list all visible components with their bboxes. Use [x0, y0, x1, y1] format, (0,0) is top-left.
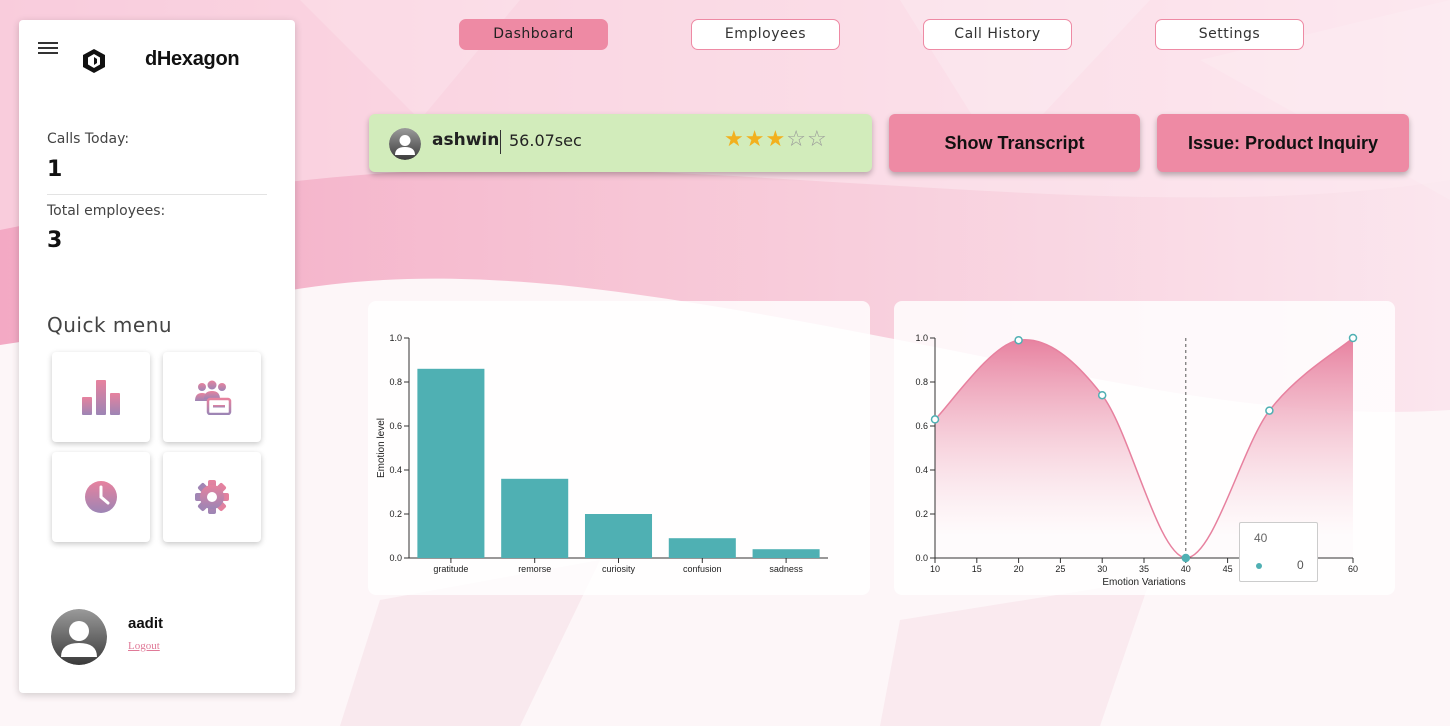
y-tick-label: 0.8 [389, 377, 402, 387]
gear-icon [195, 480, 229, 514]
star-empty-icon: ☆ [786, 127, 807, 152]
y-tick-label: 0.2 [389, 509, 402, 519]
emotion-area-chart: 0.00.20.40.60.81.01015202530354045505560… [915, 333, 1358, 588]
tab-call-history[interactable]: Call History [923, 19, 1072, 50]
data-point [1014, 335, 1023, 345]
y-tick-label: 0.6 [915, 421, 928, 431]
emotion-area-chart-card: 0.00.20.40.60.81.01015202530354045505560… [894, 301, 1395, 595]
chart-tooltip: 40 0 [1239, 522, 1318, 582]
call-summary-card: ashwin 56.07sec ★★★☆☆ [369, 114, 872, 172]
data-point [1265, 406, 1274, 415]
caller-name: ashwin [432, 130, 500, 150]
quick-menu-title: Quick menu [47, 313, 173, 337]
star-empty-icon: ☆ [806, 127, 828, 152]
sidebar: dHexagon Calls Today: 1 Total employees:… [19, 20, 295, 693]
x-tick-label: 15 [972, 564, 982, 574]
data-point [1348, 333, 1358, 343]
logout-link[interactable]: Logout [128, 640, 160, 652]
star-filled-icon: ★ [765, 127, 787, 152]
x-tick-label: confusion [683, 564, 722, 574]
star-filled-icon: ★ [724, 127, 745, 152]
username: aadit [128, 615, 164, 632]
bar-confusion [668, 538, 736, 558]
quick-menu-call-history[interactable] [52, 452, 150, 542]
brand-name: dHexagon [145, 48, 240, 70]
tooltip-y-value: 0 [1297, 558, 1304, 572]
team-icon [195, 380, 232, 415]
user-avatar [51, 609, 107, 665]
x-tick-label: gratitude [433, 564, 468, 574]
y-axis-label: Emotion level [376, 418, 387, 478]
y-tick-label: 0.0 [389, 553, 402, 563]
total-employees-label: Total employees: [47, 203, 166, 219]
emotion-bar-chart-card: 0.0 0.2 0.4 0.6 0.8 1.0 gratitude remorse curios… [368, 301, 870, 595]
x-axis-label: Emotion Variations [1102, 577, 1185, 588]
clock-icon [85, 481, 117, 513]
y-tick-label: 0.4 [389, 465, 402, 475]
bar-chart-icon [82, 380, 120, 415]
caller-avatar [389, 128, 421, 160]
hexagon-logo-icon [83, 49, 105, 73]
tab-dashboard[interactable]: Dashboard [459, 19, 608, 50]
calls-today-label: Calls Today: [47, 131, 130, 147]
hamburger-menu-icon[interactable] [38, 42, 58, 54]
y-tick-label: 1.0 [389, 333, 402, 343]
data-point [1181, 553, 1191, 563]
bar-curiosity [584, 514, 653, 558]
quick-menu-dashboard[interactable] [52, 352, 150, 442]
star-rating: ★★★☆☆ [724, 127, 828, 152]
call-duration: 56.07sec [509, 131, 582, 150]
quick-menu-settings[interactable] [163, 452, 261, 542]
issue-button[interactable]: Issue: Product Inquiry [1157, 114, 1409, 172]
x-tick-label: 10 [930, 564, 940, 574]
tooltip-x-value: 40 [1254, 531, 1268, 545]
total-employees-value: 3 [47, 228, 63, 253]
y-tick-label: 0.0 [915, 553, 928, 563]
x-tick-label: 45 [1223, 564, 1233, 574]
bar-gratitude [417, 368, 485, 558]
bar-sadness [752, 549, 820, 558]
x-tick-label: 25 [1055, 564, 1065, 574]
tab-employees[interactable]: Employees [691, 19, 840, 50]
star-filled-icon: ★ [744, 127, 766, 152]
x-tick-label: 30 [1097, 564, 1107, 574]
x-tick-label: 35 [1139, 564, 1149, 574]
y-tick-label: 0.2 [915, 509, 928, 519]
y-tick-label: 0.4 [915, 465, 928, 475]
x-tick-label: 60 [1348, 564, 1358, 574]
divider [47, 194, 267, 195]
tooltip-series-dot [1256, 563, 1262, 569]
show-transcript-button[interactable]: Show Transcript [889, 114, 1140, 172]
x-tick-label: curiosity [602, 564, 636, 574]
x-tick-label: remorse [518, 564, 551, 574]
data-point [1097, 390, 1107, 400]
y-tick-label: 0.6 [389, 421, 402, 431]
emotion-bar-chart: 0.0 0.2 0.4 0.6 0.8 1.0 gratitude remorse curios… [376, 333, 828, 574]
y-tick-label: 0.8 [915, 377, 928, 387]
x-tick-label: 40 [1181, 564, 1191, 574]
y-tick-label: 1.0 [915, 333, 928, 343]
quick-menu-employees[interactable] [163, 352, 261, 442]
calls-today-value: 1 [47, 157, 63, 182]
separator [500, 130, 501, 154]
data-point [930, 415, 940, 424]
bar-remorse [501, 478, 569, 558]
tab-settings[interactable]: Settings [1155, 19, 1304, 50]
x-tick-label: sadness [769, 564, 803, 574]
x-tick-label: 20 [1014, 564, 1024, 574]
